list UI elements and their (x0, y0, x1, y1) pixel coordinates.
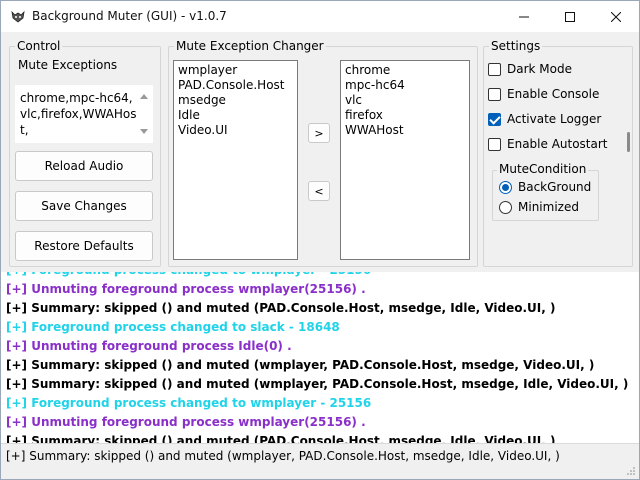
mute-exceptions-text: chrome,mpc-hc64,vlc,firefox,WWAHost, (20, 91, 137, 137)
background-radio[interactable]: BackGround (499, 180, 591, 194)
mute-condition-legend: MuteCondition (497, 162, 589, 176)
radio-dot[interactable] (499, 200, 512, 214)
checkbox-box[interactable] (488, 112, 501, 126)
checkbox-box[interactable] (488, 87, 501, 101)
resize-grip-icon[interactable] (626, 466, 636, 476)
settings-group (483, 46, 633, 267)
exception-list-item[interactable]: WWAHost (345, 123, 465, 138)
enable-console-checkbox[interactable]: Enable Console (488, 87, 599, 101)
mute-exceptions-label: Mute Exceptions (18, 58, 118, 72)
control-legend: Control (15, 39, 63, 53)
enable-console-label: Enable Console (507, 87, 600, 101)
maximize-icon (565, 11, 575, 22)
activate-logger-checkbox[interactable]: Activate Logger (488, 112, 601, 126)
exception-list-item[interactable]: chrome (345, 63, 465, 78)
dark-mode-label: Dark Mode (507, 62, 572, 76)
changer-legend: Mute Exception Changer (174, 39, 326, 53)
log-line: [+] Summary: skipped () and muted (wmpla… (6, 358, 595, 372)
enable-autostart-checkbox[interactable]: Enable Autostart (488, 137, 608, 151)
mute-exceptions-textbox[interactable]: chrome,mpc-hc64,vlc,firefox,WWAHost, (15, 85, 153, 143)
minimized-radio[interactable]: Minimized (499, 200, 579, 214)
status-bar: [+] Summary: skipped () and muted (wmpla… (1, 443, 639, 479)
scroll-up-icon[interactable] (140, 94, 148, 99)
exception-list-item[interactable]: firefox (345, 108, 465, 123)
title-bar[interactable]: Background Muter (GUI) - v1.0.7 (1, 1, 639, 32)
process-list-item[interactable]: wmplayer (178, 63, 293, 78)
app-window: Background Muter (GUI) - v1.0.7 Control … (0, 0, 640, 480)
background-label: BackGround (518, 180, 592, 194)
dark-mode-checkbox[interactable]: Dark Mode (488, 62, 572, 76)
available-processes-list[interactable]: wmplayer PAD.Console.Host msedge Idle Video.… (173, 60, 298, 260)
settings-legend: Settings (489, 39, 543, 53)
checkbox-box[interactable] (488, 137, 501, 151)
log-line: [+] Unmuting foreground process wmplayer… (6, 415, 366, 429)
exceptions-list[interactable]: chrome mpc-hc64 vlc firefox WWAHost (340, 60, 470, 260)
log-line: [+] Summary: skipped () and muted (PAD.C… (6, 434, 556, 443)
exception-list-item[interactable]: vlc (345, 93, 465, 108)
minimize-icon (519, 16, 529, 17)
close-icon (611, 11, 621, 22)
process-list-item[interactable]: Video.UI (178, 123, 293, 138)
minimize-button[interactable] (501, 1, 547, 32)
move-right-button[interactable]: > (308, 123, 330, 143)
maximize-button[interactable] (547, 1, 593, 32)
activate-logger-label: Activate Logger (507, 112, 602, 126)
scroll-down-icon[interactable] (140, 129, 148, 134)
log-line: [+] Summary: skipped () and muted (PAD.C… (6, 301, 556, 315)
checkbox-box[interactable] (488, 62, 501, 76)
enable-autostart-label: Enable Autostart (507, 137, 608, 151)
log-line: [+] Unmuting foreground process wmplayer… (6, 282, 366, 296)
log-line: [+] Foreground process changed to wmplay… (6, 396, 372, 410)
move-left-button[interactable]: < (308, 181, 330, 201)
minimized-label: Minimized (518, 200, 579, 214)
reload-audio-button[interactable]: Reload Audio (15, 151, 153, 181)
log-scrollbar-thumb[interactable] (627, 132, 630, 152)
log-line: [+] Unmuting foreground process Idle(0) … (6, 339, 292, 353)
process-list-item[interactable]: msedge (178, 93, 293, 108)
window-title: Background Muter (GUI) - v1.0.7 (32, 9, 227, 23)
close-button[interactable] (593, 1, 639, 32)
exception-list-item[interactable]: mpc-hc64 (345, 78, 465, 93)
radio-dot[interactable] (499, 180, 512, 194)
log-line: [+] Summary: skipped () and muted (wmpla… (6, 377, 629, 391)
process-list-item[interactable]: Idle (178, 108, 293, 123)
app-icon (11, 10, 25, 23)
log-line: [+] Foreground process changed to slack … (6, 320, 340, 334)
save-changes-button[interactable]: Save Changes (15, 191, 153, 221)
restore-defaults-button[interactable]: Restore Defaults (15, 231, 153, 261)
mute-exceptions-scrollbar[interactable] (136, 86, 152, 142)
process-list-item[interactable]: PAD.Console.Host (178, 78, 293, 93)
log-line: [+] Foreground process changed to wmplay… (6, 272, 371, 278)
status-text: [+] Summary: skipped () and muted (wmpla… (6, 449, 560, 463)
log-output[interactable]: [+] Foreground process changed to wmplay… (1, 272, 639, 443)
